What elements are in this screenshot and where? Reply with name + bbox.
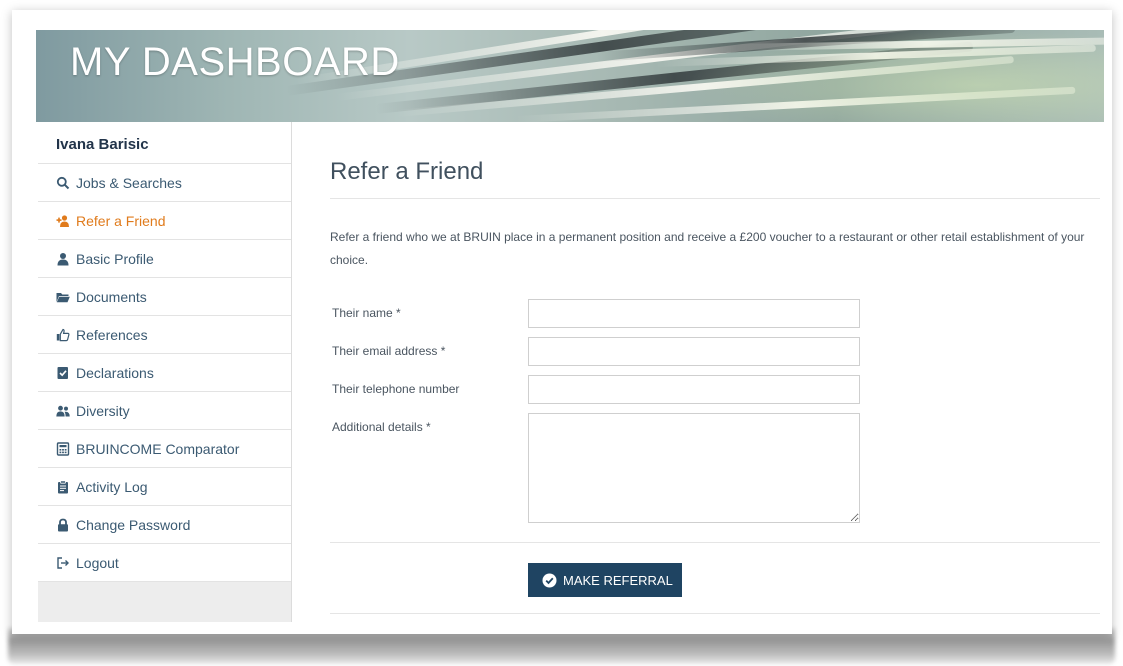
make-referral-button[interactable]: MAKE REFERRAL: [528, 563, 682, 597]
thumbs-up-icon: [56, 328, 70, 342]
search-icon: [56, 176, 70, 190]
users-icon: [56, 404, 70, 418]
sidebar-item-diversity[interactable]: Diversity: [38, 392, 291, 430]
sidebar-item-label: Change Password: [76, 516, 191, 533]
sidebar-item-label: Declarations: [76, 364, 154, 381]
clipboard-icon: [56, 479, 70, 494]
sidebar-item-references[interactable]: References: [38, 316, 291, 354]
sidebar-item-label: References: [76, 326, 148, 343]
dashboard-card: MY DASHBOARD Ivana Barisic Jobs & Search…: [12, 10, 1112, 634]
user-name: Ivana Barisic: [38, 122, 291, 164]
sidebar-item-change-password[interactable]: Change Password: [38, 506, 291, 544]
bottom-divider: [330, 613, 1100, 614]
sidebar-item-activity-log[interactable]: Activity Log: [38, 468, 291, 506]
title-divider: [330, 198, 1100, 199]
check-circle-icon: [542, 573, 557, 588]
form-divider: [330, 542, 1100, 543]
sidebar-item-label: Logout: [76, 554, 119, 571]
sidebar-item-label: Diversity: [76, 402, 130, 419]
phone-input[interactable]: [528, 375, 860, 404]
phone-label: Their telephone number: [332, 382, 460, 396]
lock-icon: [56, 518, 70, 532]
logout-icon: [56, 556, 70, 570]
sidebar-item-label: Basic Profile: [76, 250, 154, 267]
banner-title: MY DASHBOARD: [70, 40, 400, 84]
sidebar-item-logout[interactable]: Logout: [38, 544, 291, 582]
sidebar-item-declarations[interactable]: Declarations: [38, 354, 291, 392]
sidebar-item-label: Jobs & Searches: [76, 174, 182, 191]
sidebar-nav: Ivana Barisic Jobs & Searches Refer a Fr…: [38, 122, 291, 582]
sidebar-item-basic-profile[interactable]: Basic Profile: [38, 240, 291, 278]
sidebar-item-label: Documents: [76, 288, 147, 305]
page-title: Refer a Friend: [330, 158, 484, 185]
sidebar-item-documents[interactable]: Documents: [38, 278, 291, 316]
sidebar-item-refer-a-friend[interactable]: Refer a Friend: [38, 202, 291, 240]
add-user-icon: [56, 214, 70, 228]
name-input[interactable]: [528, 299, 860, 328]
email-input[interactable]: [528, 337, 860, 366]
email-label: Their email address *: [332, 344, 446, 358]
user-icon: [56, 252, 70, 266]
sidebar-item-bruincome-comparator[interactable]: BRUINCOME Comparator: [38, 430, 291, 468]
make-referral-label: MAKE REFERRAL: [563, 572, 673, 588]
sidebar-item-jobs-searches[interactable]: Jobs & Searches: [38, 164, 291, 202]
checked-document-icon: [56, 366, 70, 380]
sidebar-item-label: BRUINCOME Comparator: [76, 440, 240, 457]
dashboard-banner: MY DASHBOARD: [36, 30, 1104, 122]
details-textarea[interactable]: [528, 413, 860, 523]
folder-icon: [56, 290, 70, 304]
main-content: Refer a Friend Refer a friend who we at …: [312, 122, 1102, 622]
sidebar-item-label: Activity Log: [76, 478, 148, 495]
name-label: Their name *: [332, 306, 401, 320]
details-label: Additional details *: [332, 420, 431, 434]
sidebar-item-label: Refer a Friend: [76, 212, 166, 229]
intro-text: Refer a friend who we at BRUIN place in …: [330, 230, 1085, 267]
calculator-icon: [56, 441, 70, 456]
sidebar: Ivana Barisic Jobs & Searches Refer a Fr…: [38, 122, 292, 622]
